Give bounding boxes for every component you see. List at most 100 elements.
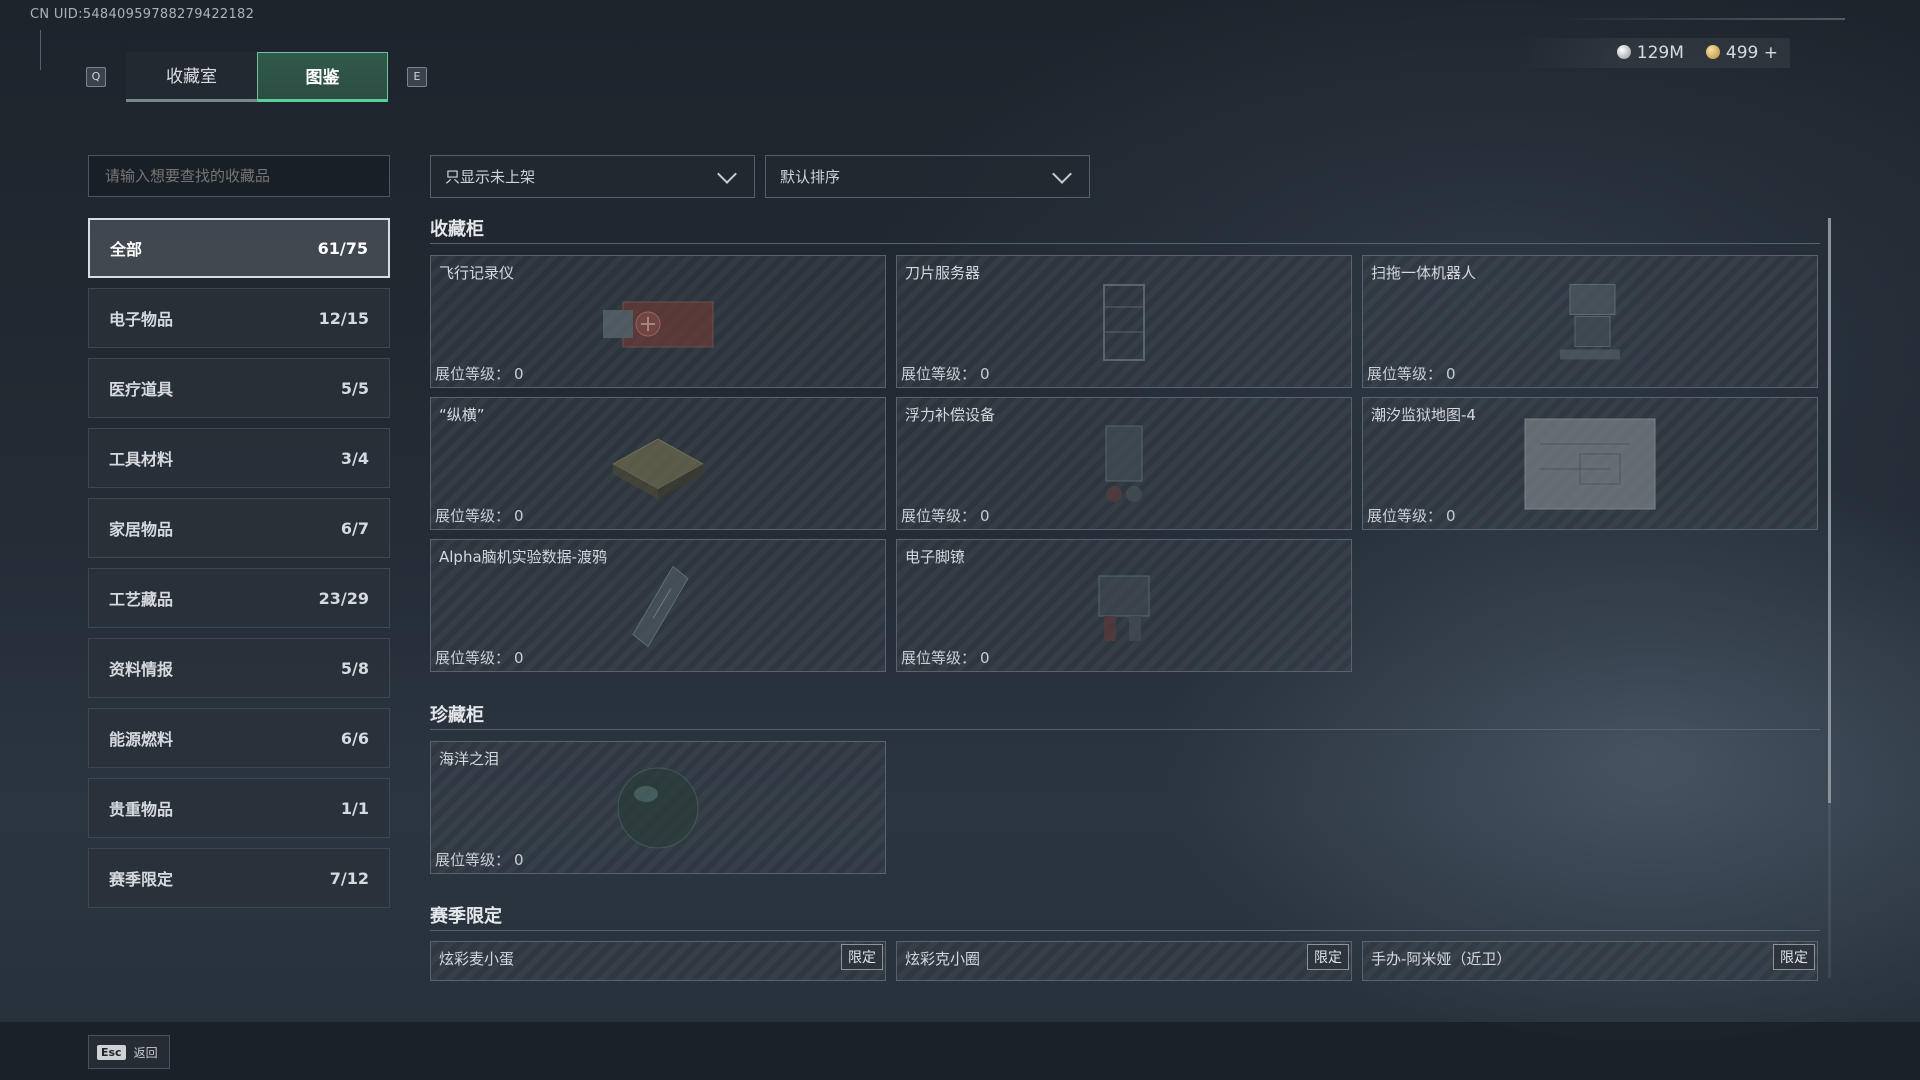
booth-level-label: 展位等级： xyxy=(435,649,511,667)
booth-level-label: 展位等级： xyxy=(901,649,977,667)
category-count: 7/12 xyxy=(329,868,369,888)
section-divider xyxy=(430,930,1820,931)
category-intel[interactable]: 资料情报 5/8 xyxy=(88,638,390,698)
category-valuables[interactable]: 贵重物品 1/1 xyxy=(88,778,390,838)
search-input[interactable] xyxy=(88,155,390,197)
next-tab-key-hint: E xyxy=(407,67,427,87)
item-name: 浮力补偿设备 xyxy=(905,406,996,424)
booth-level: 展位等级： 0 xyxy=(901,505,990,526)
section-title-season-limited: 赛季限定 xyxy=(430,906,502,927)
section-title-treasure-cabinet: 珍藏柜 xyxy=(430,705,484,726)
silver-coin-icon xyxy=(1616,45,1631,59)
category-medical[interactable]: 医疗道具 5/5 xyxy=(88,358,390,418)
collection-item-card[interactable]: 炫彩克小圈 限定 xyxy=(896,941,1352,981)
availability-filter-value: 只显示未上架 xyxy=(445,168,536,186)
booth-level: 展位等级： 0 xyxy=(1367,363,1456,384)
category-count: 61/75 xyxy=(317,238,368,258)
collection-item-card[interactable]: 炫彩麦小蛋 限定 xyxy=(430,941,886,981)
booth-level: 展位等级： 0 xyxy=(435,505,524,526)
booth-level-label: 展位等级： xyxy=(1367,365,1443,383)
chessboard-image xyxy=(611,437,705,499)
tab-collection-room[interactable]: 收藏室 xyxy=(126,52,257,102)
booth-level: 展位等级： 0 xyxy=(435,849,524,870)
booth-level-value: 0 xyxy=(1446,507,1456,525)
gold-currency[interactable]: 499 + xyxy=(1705,43,1778,63)
category-crafts[interactable]: 工艺藏品 23/29 xyxy=(88,568,390,628)
booth-level-value: 0 xyxy=(514,851,524,869)
tab-catalog[interactable]: 图鉴 xyxy=(257,52,388,102)
collection-item-card[interactable]: 海洋之泪 展位等级： 0 xyxy=(430,741,886,874)
blade-server-image xyxy=(1103,283,1145,361)
scrollbar-thumb[interactable] xyxy=(1828,218,1831,803)
category-label: 能源燃料 xyxy=(109,730,174,749)
back-button[interactable]: Esc 返回 xyxy=(88,1035,170,1069)
category-all[interactable]: 全部 61/75 xyxy=(88,218,390,278)
section-divider xyxy=(430,243,1820,244)
category-label: 贵重物品 xyxy=(109,800,174,819)
category-season-limited[interactable]: 赛季限定 7/12 xyxy=(88,848,390,908)
booth-level-value: 0 xyxy=(1446,365,1456,383)
booth-level-label: 展位等级： xyxy=(435,507,511,525)
data-drive-image xyxy=(632,565,689,647)
booth-level: 展位等级： 0 xyxy=(1367,505,1456,526)
item-name: “纵横” xyxy=(439,406,485,424)
collection-item-card[interactable]: 潮汐监狱地图-4 展位等级： 0 xyxy=(1362,397,1818,530)
collection-item-card[interactable]: 刀片服务器 展位等级： 0 xyxy=(896,255,1352,388)
top-tabs: 收藏室 图鉴 xyxy=(126,52,388,102)
item-name: 手办-阿米娅（近卫） xyxy=(1371,950,1512,968)
gold-coin-icon xyxy=(1705,45,1720,59)
booth-level-value: 0 xyxy=(980,365,990,383)
item-name: Alpha脑机实验数据-渡鸦 xyxy=(439,548,608,566)
section-title-cabinet: 收藏柜 xyxy=(430,219,484,240)
category-count: 12/15 xyxy=(318,308,369,328)
gold-amount: 499 + xyxy=(1725,43,1778,63)
collection-item-card[interactable]: 电子脚镣 展位等级： 0 xyxy=(896,539,1352,672)
category-label: 医疗道具 xyxy=(109,380,174,399)
chevron-down-icon xyxy=(1052,163,1072,184)
bottom-bar xyxy=(0,1022,1920,1080)
booth-level-label: 展位等级： xyxy=(901,365,977,383)
category-count: 6/6 xyxy=(340,728,369,748)
booth-level-value: 0 xyxy=(514,365,524,383)
silver-currency: 129M xyxy=(1616,43,1684,63)
prison-map-image xyxy=(1524,418,1656,509)
item-name: 刀片服务器 xyxy=(905,264,981,282)
ocean-tear-image xyxy=(617,767,699,848)
booth-level-value: 0 xyxy=(514,507,524,525)
category-count: 6/7 xyxy=(340,518,369,538)
category-count: 3/4 xyxy=(340,448,369,468)
item-name: 扫拖一体机器人 xyxy=(1371,264,1477,282)
booth-level-label: 展位等级： xyxy=(901,507,977,525)
collection-item-card[interactable]: 浮力补偿设备 展位等级： 0 xyxy=(896,397,1352,530)
item-name: 潮汐监狱地图-4 xyxy=(1371,406,1476,424)
user-uid: CN UID:5484095978827942218​2 xyxy=(30,7,255,22)
collection-item-card[interactable]: 飞行记录仪 展位等级： 0 xyxy=(430,255,886,388)
currency-bar: 129M 499 + xyxy=(1520,38,1790,68)
item-name: 电子脚镣 xyxy=(905,548,966,566)
collection-item-card[interactable]: 手办-阿米娅（近卫） 限定 xyxy=(1362,941,1818,981)
category-tools[interactable]: 工具材料 3/4 xyxy=(88,428,390,488)
category-label: 全部 xyxy=(110,240,143,259)
category-energy[interactable]: 能源燃料 6/6 xyxy=(88,708,390,768)
category-label: 资料情报 xyxy=(109,660,174,679)
silver-amount: 129M xyxy=(1636,43,1684,63)
prev-tab-key-hint: Q xyxy=(86,67,106,87)
sort-dropdown[interactable]: 默认排序 xyxy=(765,155,1090,198)
booth-level-label: 展位等级： xyxy=(435,365,511,383)
category-household[interactable]: 家居物品 6/7 xyxy=(88,498,390,558)
category-label: 赛季限定 xyxy=(109,870,174,889)
category-list: 全部 61/75 电子物品 12/15 医疗道具 5/5 工具材料 3/4 家居物品 6/… xyxy=(88,218,390,918)
chevron-down-icon xyxy=(717,163,737,184)
booth-level-label: 展位等级： xyxy=(1367,507,1443,525)
collection-item-card[interactable]: 扫拖一体机器人 展位等级： 0 xyxy=(1362,255,1818,388)
category-label: 工艺藏品 xyxy=(109,590,174,609)
item-name: 飞行记录仪 xyxy=(439,264,515,282)
booth-level-value: 0 xyxy=(514,649,524,667)
collection-item-card[interactable]: “纵横” 展位等级： 0 xyxy=(430,397,886,530)
availability-filter-dropdown[interactable]: 只显示未上架 xyxy=(430,155,755,198)
collection-item-card[interactable]: Alpha脑机实验数据-渡鸦 展位等级： 0 xyxy=(430,539,886,672)
booth-level: 展位等级： 0 xyxy=(435,363,524,384)
category-electronics[interactable]: 电子物品 12/15 xyxy=(88,288,390,348)
item-name: 炫彩克小圈 xyxy=(905,950,981,968)
electronic-shackle-image xyxy=(1098,575,1150,641)
